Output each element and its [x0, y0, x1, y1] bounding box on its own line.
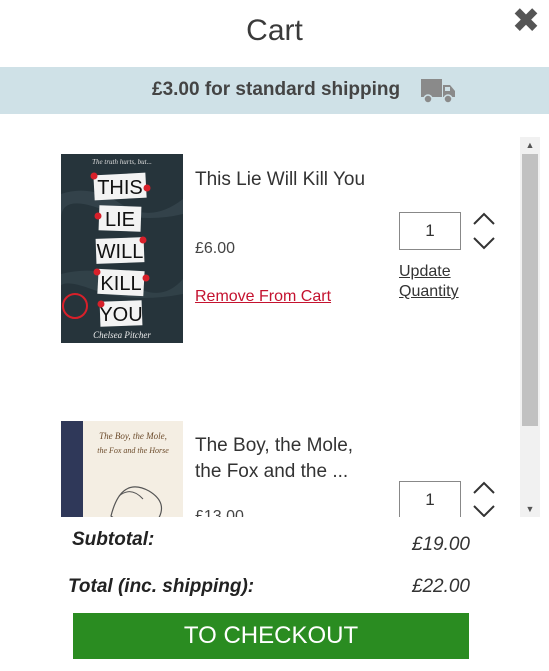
chevron-up-icon[interactable] [472, 211, 496, 227]
truck-icon [421, 79, 455, 104]
item-title-line: The Boy, the Mole, [195, 435, 354, 456]
item-title[interactable]: The Boy, the Mole, the Fox and the ... [195, 433, 353, 485]
checkout-button[interactable]: TO CHECKOUT [73, 613, 469, 659]
cover-word: THIS [97, 177, 143, 199]
shipping-text: £3.00 for standard shipping [152, 79, 401, 100]
chevron-down-icon[interactable] [472, 503, 496, 517]
cover-word: LIE [105, 209, 135, 231]
total-value: £22.00 [411, 576, 470, 597]
update-quantity-link[interactable]: Update Quantity [399, 262, 459, 302]
quantity-input[interactable]: 1 [399, 212, 461, 250]
subtotal-value: £19.00 [411, 534, 470, 555]
cart-item: The Boy, the Mole, the Fox and the Horse… [0, 407, 518, 517]
chevron-up-icon[interactable] [472, 480, 496, 496]
item-title[interactable]: This Lie Will Kill You [195, 167, 365, 193]
total-label: Total (inc. shipping): [68, 576, 255, 597]
cart-item-list[interactable]: The truth hurts, but... THIS LIE WILL KI… [0, 137, 518, 517]
cart-header: Cart ✖ [0, 0, 549, 67]
cover-word: YOU [99, 304, 142, 326]
book-cover-image: The truth hurts, but... THIS LIE WILL KI… [61, 154, 183, 343]
book-cover-image: The Boy, the Mole, the Fox and the Horse [61, 421, 183, 517]
scrollbar-thumb[interactable] [522, 154, 538, 426]
update-label-line: Update [399, 263, 451, 280]
cover-word: KILL [100, 273, 141, 295]
item-price: £13.00 [195, 508, 244, 517]
scrollbar[interactable]: ▲ ▼ [520, 137, 540, 517]
scroll-down-arrow-icon[interactable]: ▼ [520, 501, 540, 517]
update-label-line: Quantity [399, 283, 459, 300]
cover-title-line: The Boy, the Mole, [99, 431, 167, 441]
cover-author: Chelsea Pitcher [93, 330, 151, 340]
shipping-banner: £3.00 for standard shipping [0, 67, 549, 114]
subtotal-label: Subtotal: [72, 529, 155, 550]
scroll-up-arrow-icon[interactable]: ▲ [520, 137, 540, 153]
cover-tagline: The truth hurts, but... [92, 158, 152, 166]
close-icon[interactable]: ✖ [511, 4, 541, 38]
item-price: £6.00 [195, 240, 236, 257]
cart-title: Cart [246, 14, 303, 47]
cover-title-line: the Fox and the Horse [97, 446, 169, 455]
chevron-down-icon[interactable] [472, 235, 496, 251]
item-title-line: the Fox and the ... [195, 461, 349, 482]
quantity-input[interactable]: 1 [399, 481, 461, 517]
cart-item: The truth hurts, but... THIS LIE WILL KI… [0, 137, 518, 407]
cover-word: WILL [97, 241, 144, 263]
remove-from-cart-link[interactable]: Remove From Cart [195, 288, 331, 306]
